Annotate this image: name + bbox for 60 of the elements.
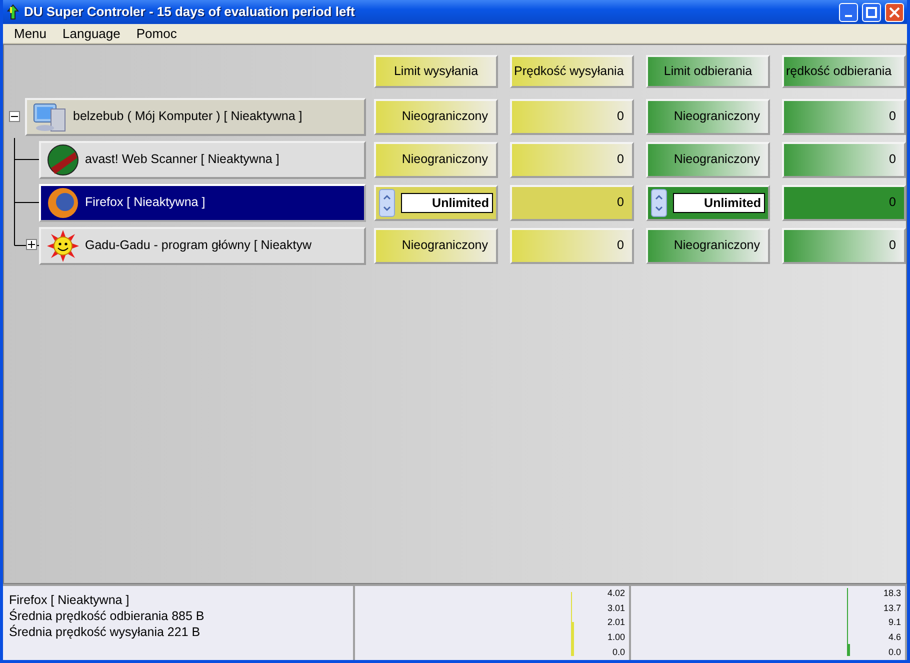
tree-item[interactable]: avast! Web Scanner [ Nieaktywna ]	[39, 140, 366, 178]
minimize-button[interactable]	[839, 2, 858, 22]
status-text: Firefox [ Nieaktywna ]	[9, 592, 130, 608]
value-cell: Nieograniczony	[646, 98, 770, 134]
column-header-button[interactable]: rędkość odbierania	[782, 55, 906, 88]
close-button[interactable]	[885, 2, 904, 22]
tree-item-label: Firefox [ Nieaktywna ]	[85, 194, 206, 212]
tree-item-label: Gadu-Gadu - program główny [ Nieaktyw	[85, 237, 312, 254]
computer-icon	[33, 100, 67, 132]
value-cell: Nieograniczony	[646, 142, 770, 178]
value-cell: Nieograniczony	[374, 98, 498, 134]
value-cell: 0	[510, 184, 634, 220]
scale-label: 2.01	[606, 616, 625, 630]
limit-input[interactable]: Unlimited	[673, 192, 765, 212]
value-cell: Nieograniczony	[374, 228, 498, 264]
value-cell: Nieograniczony	[646, 228, 770, 264]
column-header-button[interactable]: Prędkość wysyłania	[510, 55, 634, 88]
scale-label: 13.7	[882, 602, 901, 615]
status-text: Średnia prędkość wysyłania 221 B	[9, 624, 202, 640]
value-cell: 0	[510, 228, 634, 264]
tree-item[interactable]: belzebub ( Mój Komputer ) [ Nieaktywna ]	[25, 98, 366, 136]
maximize-button[interactable]	[862, 2, 881, 22]
value-cell: 0	[782, 184, 906, 220]
menu-item[interactable]: Pomoc	[128, 24, 185, 44]
expand-icon[interactable]	[26, 239, 37, 250]
spin-button[interactable]	[651, 188, 667, 216]
menu-item[interactable]: Menu	[6, 24, 55, 44]
menu-item[interactable]: Language	[54, 24, 128, 44]
scale-label: 18.3	[882, 587, 901, 600]
scale-label: 1.00	[606, 630, 625, 644]
scale-label: 4.02	[606, 587, 625, 600]
value-cell: 0	[782, 228, 906, 264]
scale-label: 0.0	[887, 646, 901, 658]
smiley-sun-icon	[47, 230, 79, 262]
tree-item[interactable]: Gadu-Gadu - program główny [ Nieaktyw	[39, 226, 366, 264]
maximize-icon	[864, 4, 879, 20]
tree-item-label: belzebub ( Mój Komputer ) [ Nieaktywna ]	[73, 108, 302, 126]
fox-globe-icon	[47, 186, 79, 218]
minimize-icon	[845, 15, 852, 17]
globe-icon	[47, 144, 79, 176]
spin-button[interactable]	[379, 188, 395, 216]
value-cell: 0	[782, 98, 906, 134]
value-cell: 0	[510, 142, 634, 178]
scale-label: 3.01	[606, 602, 625, 615]
status-text: Średnia prędkość odbierania 885 B	[9, 608, 206, 624]
column-header-button[interactable]: Limit odbierania	[646, 55, 770, 88]
close-icon	[887, 4, 902, 20]
collapse-icon[interactable]	[9, 111, 20, 122]
tree-item-label: avast! Web Scanner [ Nieaktywna ]	[85, 151, 280, 168]
scale-label: 9.1	[887, 616, 901, 630]
scale-label: 4.6	[887, 630, 901, 644]
scale-label: 0.0	[611, 646, 625, 658]
value-cell: 0	[510, 98, 634, 134]
limit-input[interactable]: Unlimited	[401, 192, 493, 212]
window-title: DU Super Controler - 15 days of evaluation period left	[24, 3, 356, 22]
app-icon	[6, 3, 20, 21]
column-header-button[interactable]: Limit wysyłania	[374, 55, 498, 88]
tree-item[interactable]: Firefox [ Nieaktywna ]	[39, 184, 366, 222]
value-cell: 0	[782, 142, 906, 178]
value-cell: Nieograniczony	[374, 142, 498, 178]
